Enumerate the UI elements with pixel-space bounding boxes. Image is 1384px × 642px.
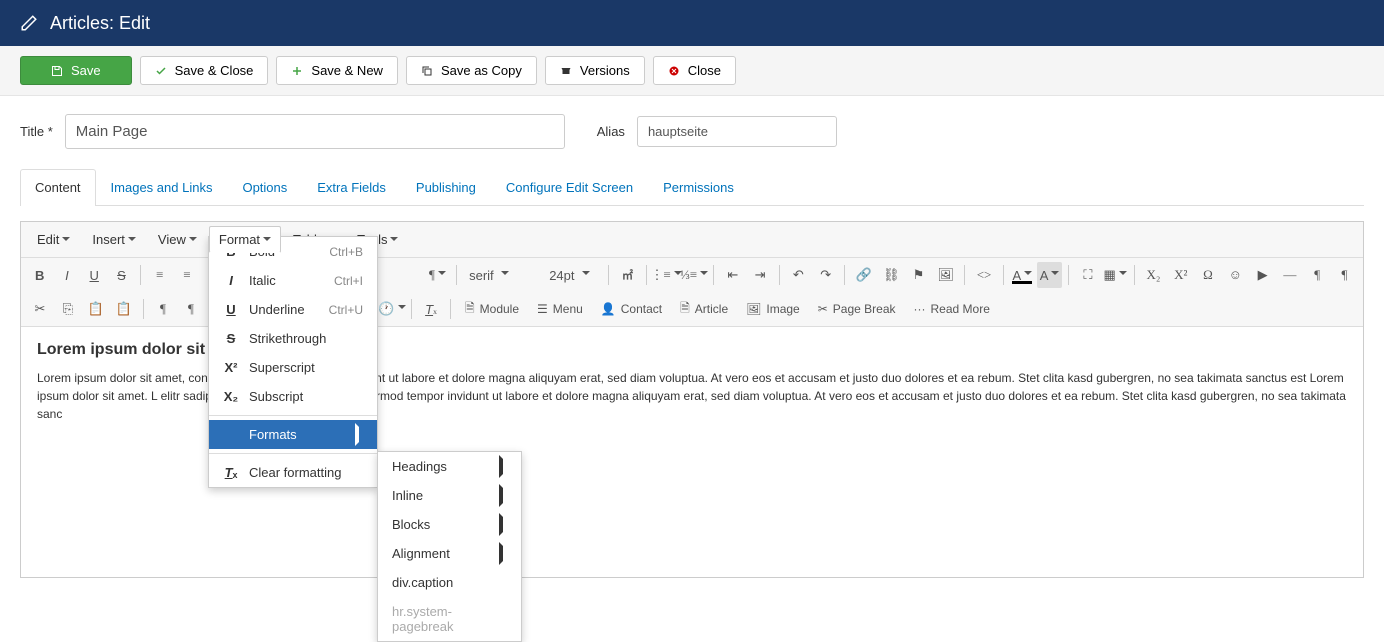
alias-input[interactable] — [637, 116, 837, 147]
paste-text-button[interactable]: 📋 — [111, 296, 137, 322]
close-button[interactable]: Close — [653, 56, 736, 85]
tab-extra[interactable]: Extra Fields — [302, 169, 401, 205]
tab-options[interactable]: Options — [227, 169, 302, 205]
tab-images[interactable]: Images and Links — [96, 169, 228, 205]
text-color-button[interactable]: A — [1010, 262, 1035, 288]
table-button[interactable]: ▦ — [1103, 262, 1128, 288]
menu-edit[interactable]: Edit — [27, 226, 80, 253]
tabs: Content Images and Links Options Extra F… — [20, 169, 1364, 206]
save-new-button[interactable]: Save & New — [276, 56, 398, 85]
menu-view[interactable]: View — [148, 226, 207, 253]
formats-submenu: Headings Inline Blocks Alignment div.cap… — [377, 451, 522, 642]
check-icon — [155, 65, 167, 77]
article-button[interactable]: 🗎Article — [672, 296, 736, 322]
pencil-icon — [20, 14, 38, 32]
italic-button[interactable]: I — [54, 262, 79, 288]
hr-button[interactable]: — — [1277, 262, 1302, 288]
format-sub[interactable]: X₂Subscript — [209, 382, 377, 411]
plus-icon — [291, 65, 303, 77]
align-center-button[interactable]: ≡ — [174, 262, 199, 288]
module-button[interactable]: 🗎Module — [457, 296, 527, 322]
emoji-button[interactable]: ☺ — [1223, 262, 1248, 288]
anchor-button[interactable]: ⚑ — [906, 262, 931, 288]
formats-headings[interactable]: Headings — [378, 452, 521, 481]
undo-button[interactable]: ↶ — [786, 262, 811, 288]
alias-label: Alias — [597, 124, 625, 139]
formats-alignment[interactable]: Alignment — [378, 539, 521, 568]
editor-menubar: Edit Insert View Format Table Tools — [21, 222, 1363, 258]
menu-insert[interactable]: Insert — [82, 226, 146, 253]
versions-button[interactable]: Versions — [545, 56, 645, 85]
show-blocks-button[interactable]: ¶ — [150, 296, 176, 322]
image-insert-button[interactable]: 🖼Image — [738, 296, 808, 322]
formats-blocks[interactable]: Blocks — [378, 510, 521, 539]
tab-permissions[interactable]: Permissions — [648, 169, 749, 205]
save-button[interactable]: Save — [20, 56, 132, 85]
cancel-icon — [668, 65, 680, 77]
copy-icon — [421, 65, 433, 77]
subscript-button[interactable]: X₂ — [1141, 262, 1166, 288]
readmore-button[interactable]: ···Read More — [906, 296, 998, 322]
outdent-button[interactable]: ⇤ — [720, 262, 745, 288]
redo-button[interactable]: ↷ — [813, 262, 838, 288]
format-clear[interactable]: TₓClear formatting — [209, 458, 377, 487]
datetime-button[interactable]: 🕐 — [379, 296, 405, 322]
contact-button[interactable]: 👤Contact — [593, 296, 670, 322]
paste-button[interactable]: 📋 — [83, 296, 109, 322]
underline-button[interactable]: U — [82, 262, 107, 288]
save-close-button[interactable]: Save & Close — [140, 56, 269, 85]
save-copy-button[interactable]: Save as Copy — [406, 56, 537, 85]
indent-button[interactable]: ⇥ — [747, 262, 772, 288]
action-toolbar: Save Save & Close Save & New Save as Cop… — [0, 46, 1384, 96]
formats-divcaption[interactable]: div.caption — [378, 568, 521, 597]
copy-button[interactable]: ⎘ — [55, 296, 81, 322]
cut-button[interactable]: ✂ — [27, 296, 53, 322]
tab-content[interactable]: Content — [20, 169, 96, 206]
menu-format[interactable]: Format — [209, 226, 281, 253]
font-size-select[interactable]: 24pt — [543, 262, 602, 288]
ltr-button[interactable]: ¶ — [1305, 262, 1330, 288]
bullet-list-button[interactable]: ⋮≡ — [653, 262, 679, 288]
clear-format-button[interactable]: Tₓ — [418, 296, 444, 322]
code-button[interactable]: <> — [971, 262, 996, 288]
align-left-button[interactable]: ≡ — [147, 262, 172, 288]
format-super[interactable]: X²Superscript — [209, 353, 377, 382]
apply-icon — [51, 65, 63, 77]
title-input[interactable] — [65, 114, 565, 149]
image-button[interactable]: 🖼 — [933, 262, 958, 288]
formats-hrpagebreak[interactable]: hr.system-pagebreak — [378, 597, 521, 641]
format-strike[interactable]: SStrikethrough — [209, 324, 377, 353]
formats-inline[interactable]: Inline — [378, 481, 521, 510]
special-char-button[interactable]: Ω — [1195, 262, 1220, 288]
unlink-button[interactable]: ⛓ — [879, 262, 904, 288]
font-family-select[interactable]: serif — [463, 262, 541, 288]
format-italic[interactable]: IItalicCtrl+I — [209, 266, 377, 295]
app-header: Articles: Edit — [0, 0, 1384, 46]
page-title: Articles: Edit — [50, 13, 150, 34]
paragraph-select[interactable]: ¶ — [425, 262, 450, 288]
find-button[interactable]: ㎡ — [615, 262, 640, 288]
format-dropdown: BBoldCtrl+B IItalicCtrl+I UUnderlineCtrl… — [208, 236, 378, 488]
tab-publishing[interactable]: Publishing — [401, 169, 491, 205]
media-button[interactable]: ▶ — [1250, 262, 1275, 288]
format-formats[interactable]: Formats — [209, 420, 377, 449]
archive-icon — [560, 65, 572, 77]
bg-color-button[interactable]: A — [1037, 262, 1062, 288]
title-label: Title — [20, 124, 53, 139]
rtl-button[interactable]: ¶ — [1332, 262, 1357, 288]
pagebreak-button[interactable]: ✂Page Break — [810, 296, 904, 322]
superscript-button[interactable]: X² — [1168, 262, 1193, 288]
strike-button[interactable]: S — [109, 262, 134, 288]
menu-button[interactable]: ☰Menu — [529, 296, 591, 322]
link-button[interactable]: 🔗 — [851, 262, 876, 288]
fullscreen-button[interactable]: ⛶ — [1075, 262, 1100, 288]
tab-configure[interactable]: Configure Edit Screen — [491, 169, 648, 205]
bold-button[interactable]: B — [27, 262, 52, 288]
visual-chars-button[interactable]: ¶ — [178, 296, 204, 322]
number-list-button[interactable]: ⅓≡ — [681, 262, 707, 288]
format-underline[interactable]: UUnderlineCtrl+U — [209, 295, 377, 324]
